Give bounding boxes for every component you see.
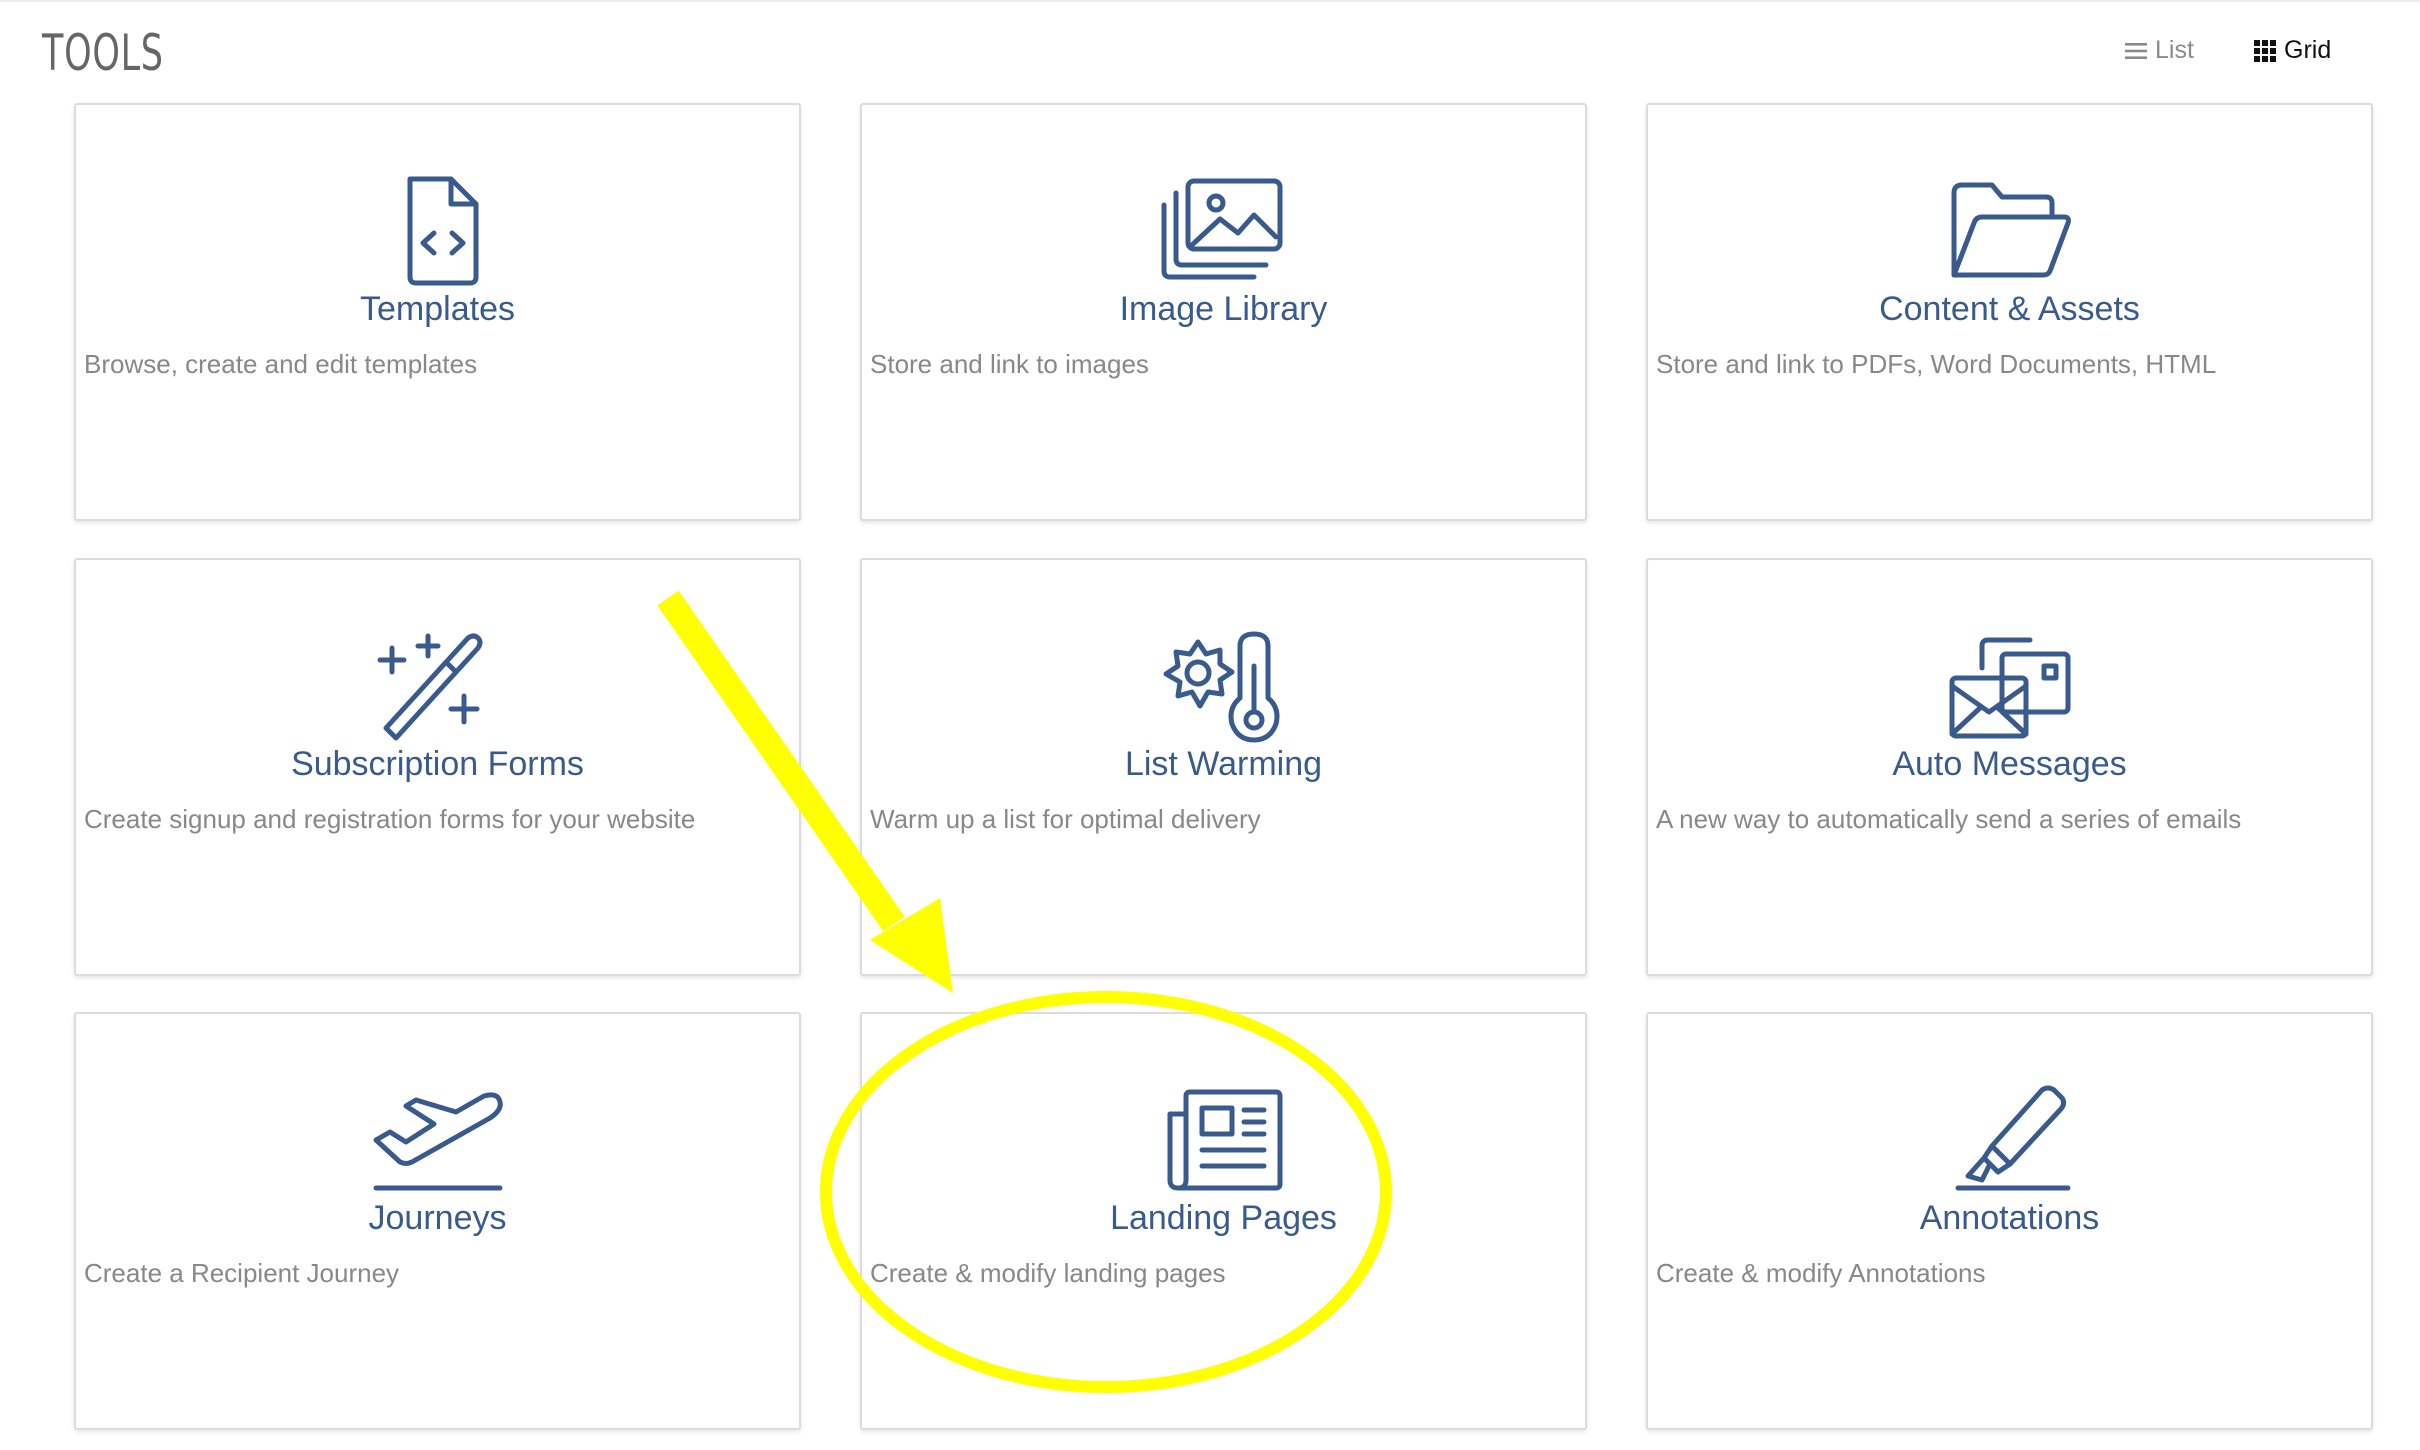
tool-card-subscription-forms[interactable]: Subscription Forms Create signup and reg… [74, 558, 801, 976]
highlighter-icon [1940, 1080, 2080, 1200]
list-icon [2125, 42, 2147, 59]
list-view-toggle[interactable]: List [2125, 36, 2194, 65]
tool-card-annotations[interactable]: Annotations Create & modify Annotations [1646, 1012, 2373, 1430]
card-description: Store and link to images [870, 349, 1149, 379]
card-title: Annotations [1919, 1199, 2100, 1237]
card-title: Templates [360, 290, 515, 328]
card-description: Browse, create and edit templates [84, 349, 478, 379]
card-description: Warm up a list for optimal delivery [870, 804, 1261, 834]
card-description: Store and link to PDFs, Word Documents, … [1656, 349, 2217, 379]
grid-view-toggle[interactable]: Grid [2254, 36, 2331, 65]
magic-wand-icon [368, 626, 508, 746]
tool-card-content-assets[interactable]: Content & Assets Store and link to PDFs,… [1646, 103, 2373, 521]
card-description: Create a Recipient Journey [84, 1258, 400, 1288]
newspaper-icon [1154, 1080, 1294, 1200]
card-description: Create signup and registration forms for… [84, 804, 696, 834]
tool-card-list-warming[interactable]: List Warming Warm up a list for optimal … [860, 558, 1587, 976]
card-title: List Warming [1124, 745, 1323, 783]
tool-card-templates[interactable]: Templates Browse, create and edit templa… [74, 103, 801, 521]
sun-thermometer-icon [1154, 626, 1294, 746]
card-title: Auto Messages [1892, 745, 2127, 783]
card-description: A new way to automatically send a series… [1656, 804, 2242, 834]
tool-card-journeys[interactable]: Journeys Create a Recipient Journey [74, 1012, 801, 1430]
page-title: TOOLS [42, 24, 164, 82]
file-code-icon [368, 171, 508, 291]
card-title: Image Library [1119, 290, 1328, 328]
folder-open-icon [1940, 171, 2080, 291]
plane-departure-icon [368, 1080, 508, 1200]
envelope-stack-icon [1940, 626, 2080, 746]
grid-view-label: Grid [2284, 36, 2332, 64]
tool-card-image-library[interactable]: Image Library Store and link to images [860, 103, 1587, 521]
card-description: Create & modify landing pages [870, 1258, 1226, 1288]
images-icon [1154, 171, 1294, 291]
card-title: Subscription Forms [291, 745, 584, 783]
tool-card-landing-pages[interactable]: Landing Pages Create & modify landing pa… [860, 1012, 1587, 1430]
grid-icon [2254, 39, 2276, 62]
card-title: Content & Assets [1879, 290, 2140, 328]
tool-card-auto-messages[interactable]: Auto Messages A new way to automatically… [1646, 558, 2373, 976]
card-title: Landing Pages [1110, 1199, 1337, 1237]
card-description: Create & modify Annotations [1656, 1258, 1986, 1288]
list-view-label: List [2155, 36, 2194, 64]
card-title: Journeys [368, 1199, 507, 1237]
top-divider [0, 0, 2420, 2]
